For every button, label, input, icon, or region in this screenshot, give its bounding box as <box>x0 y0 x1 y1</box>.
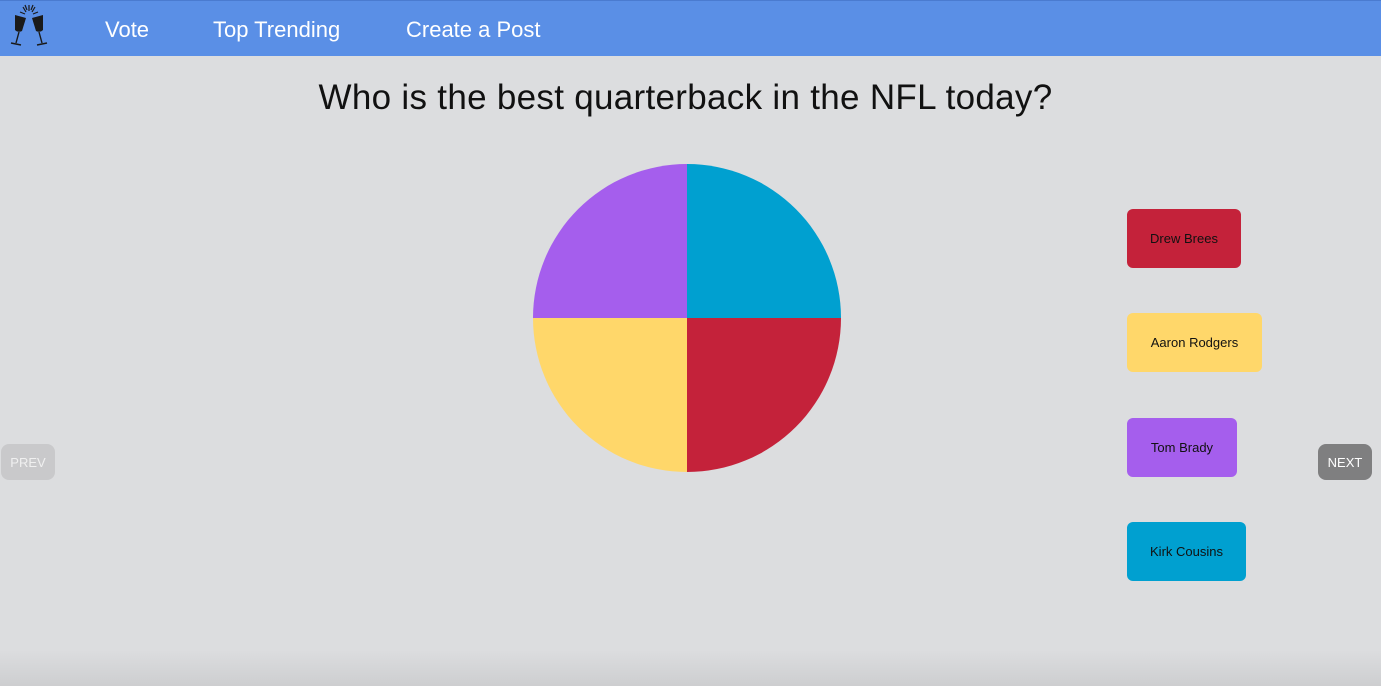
nav-create-post-link[interactable]: Create a Post <box>406 17 541 43</box>
nav-top-trending-link[interactable]: Top Trending <box>213 17 340 43</box>
top-nav-bar: Vote Top Trending Create a Post <box>0 0 1381 56</box>
nav-vote-link[interactable]: Vote <box>105 17 149 43</box>
pie-slice-drew-brees <box>687 318 841 472</box>
pie-slice-kirk-cousins <box>687 164 841 318</box>
bottom-shadow <box>0 650 1381 686</box>
option-aaron-rodgers-button[interactable]: Aaron Rodgers <box>1127 313 1262 372</box>
poll-results-pie-chart <box>533 164 841 472</box>
champagne-glasses-icon[interactable] <box>6 3 52 49</box>
option-kirk-cousins-button[interactable]: Kirk Cousins <box>1127 522 1246 581</box>
next-button[interactable]: NEXT <box>1318 444 1372 480</box>
pie-slice-tom-brady <box>533 164 687 318</box>
pie-slice-aaron-rodgers <box>533 318 687 472</box>
prev-button[interactable]: PREV <box>1 444 55 480</box>
option-tom-brady-button[interactable]: Tom Brady <box>1127 418 1237 477</box>
option-drew-brees-button[interactable]: Drew Brees <box>1127 209 1241 268</box>
poll-question: Who is the best quarterback in the NFL t… <box>318 78 1053 117</box>
